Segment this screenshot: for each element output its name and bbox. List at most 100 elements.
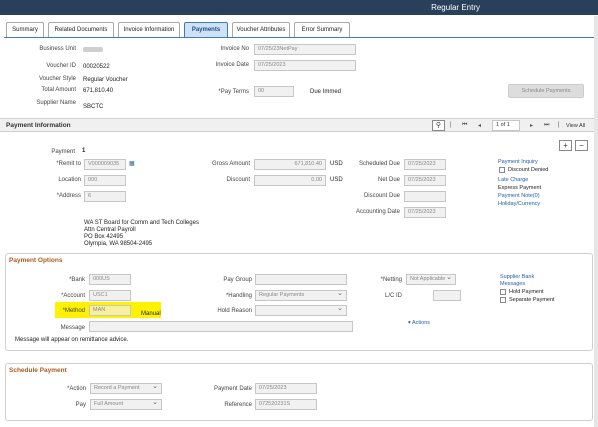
account-field[interactable]: USC1 [89,290,131,301]
accounting-date-label: Accounting Date [355,209,400,215]
method-description: Manual [141,311,161,317]
separate-payment-label: Separate Payment [509,297,555,303]
tab-summary[interactable]: Summary [6,22,44,37]
discount-due-field[interactable] [404,191,446,202]
pay-terms-field[interactable]: 00 [254,86,294,97]
invoice-no-field[interactable]: 07/25/23NetPay [254,44,356,55]
method-label: *Method [62,308,85,314]
net-due-label: Net Due [377,177,400,183]
payment-information-header: Payment Information ⚲ | ⏮ ◂ 1 of 1 ▸ ⏭ |… [0,118,598,132]
business-unit-label: Business Unit [39,46,76,52]
payment-note-link[interactable]: Payment Note(0) [498,193,540,199]
holiday-currency-link[interactable]: Holiday/Currency [498,201,540,207]
schedule-payments-button[interactable]: Schedule Payments [508,84,584,98]
lookup-icon[interactable]: ▦ [129,160,135,167]
payment-options-title: Payment Options [9,257,63,264]
netting-label: *Netting [380,277,402,283]
late-charge-link[interactable]: Late Charge [498,177,528,183]
action-label: *Action [66,386,86,392]
address-label: *Address [56,193,81,199]
accounting-date-field[interactable]: 07/25/2023 [404,207,446,218]
address-line-2: Attn Central Payroll [84,227,136,233]
hold-reason-label: Hold Reason [217,308,252,314]
net-due-field[interactable]: 07/25/2023 [404,175,446,186]
scrollbar[interactable] [594,16,598,427]
hold-reason-select[interactable] [255,305,347,316]
discount-field[interactable]: 0.00 [254,175,326,186]
discount-label: Discount [226,177,250,183]
pager-select[interactable]: 1 of 1 [492,120,520,131]
tab-error-summary[interactable]: Error Summary [294,22,350,37]
delete-row-icon[interactable]: − [575,140,588,151]
actions-link[interactable]: ▾ Actions [408,320,430,326]
location-label: Location [58,177,81,183]
payment-label: Payment [51,149,75,155]
remit-to-field[interactable]: V000009035 [84,159,126,170]
last-page-icon[interactable]: ⏭ [544,122,549,129]
payment-number: 1 [82,148,86,154]
tab-related-documents[interactable]: Related Documents [48,22,114,37]
supplier-name-label: Supplier Name [36,100,76,106]
bank-label: *Bank [68,277,85,283]
tab-invoice-information[interactable]: Invoice Information [118,22,180,37]
discount-denied-checkbox[interactable] [499,167,505,173]
view-all-link[interactable]: View All [566,123,585,129]
pay-group-label: Pay Group [223,277,252,283]
remit-to-label: *Remit to [56,161,81,167]
bank-field[interactable]: 000US [89,274,131,285]
voucher-style-label: Voucher Style [38,76,76,82]
supplier-name-value: SBCTC [83,104,104,110]
address-line-1: WA ST Board for Comm and Tech Colleges [84,220,199,226]
invoice-date-label: Invoice Date [215,62,249,68]
reference-field[interactable]: 072520231S [255,399,317,410]
voucher-style-value: Regular Voucher [83,77,128,83]
pager-text: 1 of 1 [496,122,510,128]
search-icon[interactable]: ⚲ [432,120,445,131]
next-page-icon[interactable]: ▸ [530,122,533,129]
action-select[interactable]: Record a Payment [90,383,162,394]
pay-label: Pay [75,402,86,408]
first-page-icon[interactable]: ⏮ [462,122,467,129]
handling-label: *Handling [225,293,252,299]
pay-terms-label: *Pay Terms [218,89,249,95]
separator-icon: | [450,122,452,128]
address-line-4: Olympia, WA 98504-2495 [84,241,153,247]
payment-inquiry-link[interactable]: Payment Inquiry [498,159,538,165]
gross-amount-field[interactable]: 671,810.40 [254,159,326,170]
remittance-note: Message will appear on remittance advice… [15,337,129,343]
tab-voucher-attributes[interactable]: Voucher Attributes [232,22,290,37]
discount-denied-label: Discount Denied [508,167,549,173]
message-field[interactable] [89,321,353,332]
express-payment-label: Express Payment [498,185,542,191]
handling-select[interactable]: Regular Payments [255,290,347,301]
scheduled-due-label: Scheduled Due [358,161,400,167]
pay-group-field[interactable] [255,274,347,285]
tab-payments[interactable]: Payments [184,22,228,37]
separator-icon: | [558,122,560,128]
business-unit-redacted [83,47,103,52]
invoice-no-label: Invoice No [220,46,249,52]
discount-due-label: Discount Due [363,193,400,199]
lc-id-label: L/C ID [384,293,402,299]
top-banner: Regular Entry [0,0,598,15]
actions-label: Actions [412,320,431,326]
invoice-date-field[interactable]: 07/25/2023 [254,60,356,71]
method-field[interactable]: MAN [89,305,131,316]
supplier-bank-messages-link[interactable]: Supplier Bank Messages [500,274,560,288]
hold-payment-checkbox[interactable] [500,289,506,295]
netting-select[interactable]: Not Applicable [406,274,456,285]
lc-id-field[interactable] [433,290,461,301]
gross-amount-label: Gross Amount [211,161,250,167]
message-label: Message [60,325,85,331]
pay-select[interactable]: Full Amount [90,399,162,410]
location-field[interactable]: 000 [84,175,126,186]
payment-date-field[interactable]: 07/25/2023 [255,383,317,394]
add-row-icon[interactable]: + [559,140,572,151]
address-field[interactable]: 6 [84,191,126,202]
total-amount-label: Total Amount [41,87,76,93]
account-label: *Account [60,293,85,299]
previous-page-icon[interactable]: ◂ [478,122,481,129]
separate-payment-checkbox[interactable] [500,297,506,303]
scheduled-due-field[interactable]: 07/25/2023 [404,159,446,170]
address-line-3: PO Box 42495 [84,234,124,240]
